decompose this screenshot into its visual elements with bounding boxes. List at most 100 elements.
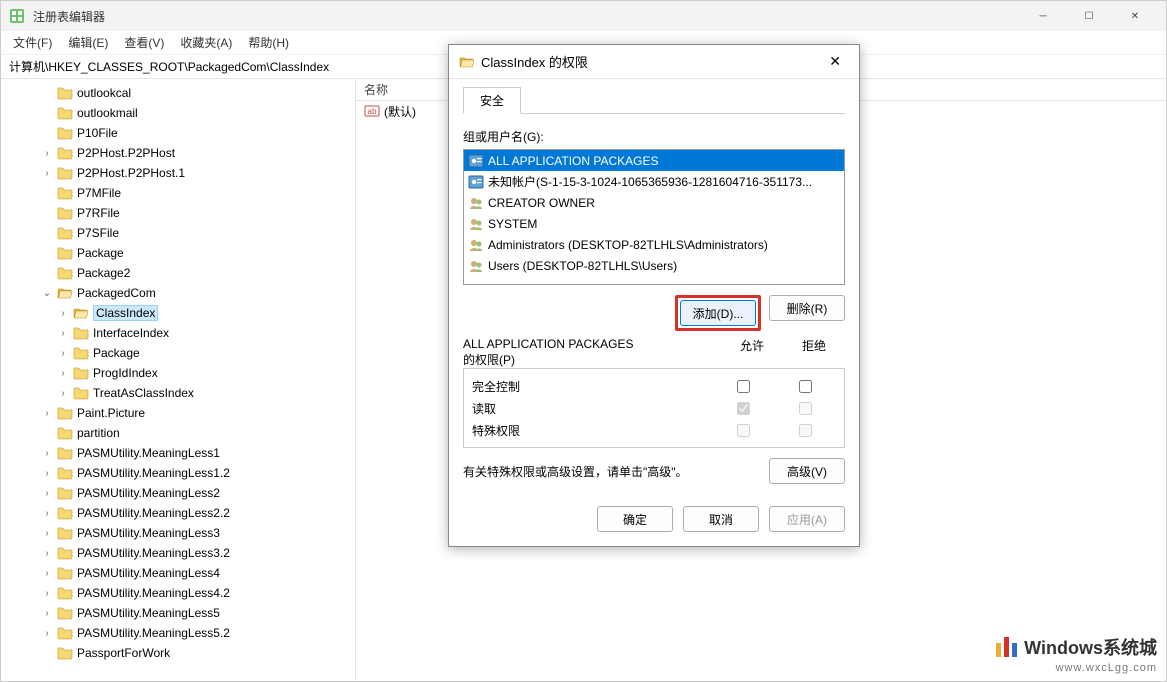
tree-item[interactable]: partition — [1, 423, 355, 443]
chevron-icon[interactable]: › — [41, 148, 53, 159]
tree-item-label: ProgIdIndex — [93, 366, 158, 380]
permission-name: 特殊权限 — [472, 422, 712, 439]
tree-item[interactable]: › PASMUtility.MeaningLess4.2 — [1, 583, 355, 603]
tree-item[interactable]: ›PASMUtility.MeaningLess5.2 — [1, 623, 355, 643]
user-row[interactable]: 未知帐户(S-1-15-3-1024-1065365936-1281604716… — [464, 171, 844, 192]
maximize-button[interactable]: ☐ — [1066, 1, 1112, 31]
minimize-button[interactable]: ─ — [1020, 1, 1066, 31]
dialog-titlebar: ClassIndex 的权限 ✕ — [449, 45, 859, 79]
chevron-icon[interactable]: › — [41, 588, 53, 599]
chevron-icon[interactable]: › — [57, 348, 69, 359]
tree-item[interactable]: ›Paint.Picture — [1, 403, 355, 423]
tree-item[interactable]: ⌄ PackagedCom — [1, 283, 355, 303]
chevron-icon[interactable]: › — [41, 168, 53, 179]
tree-item-label: outlookcal — [77, 86, 131, 100]
tree-item-label: PackagedCom — [77, 286, 156, 300]
folder-icon — [57, 485, 73, 501]
tree-item-label: PASMUtility.MeaningLess4.2 — [77, 586, 230, 600]
allow-checkbox[interactable] — [737, 380, 750, 393]
tree-item[interactable]: P10File — [1, 123, 355, 143]
deny-checkbox[interactable] — [799, 380, 812, 393]
tree-item-label: partition — [77, 426, 120, 440]
allow-checkbox — [737, 402, 750, 415]
tree-item[interactable]: ›P2PHost.P2PHost — [1, 143, 355, 163]
tab-security[interactable]: 安全 — [463, 87, 521, 114]
chevron-icon[interactable]: › — [41, 408, 53, 419]
tree-item[interactable]: ›PASMUtility.MeaningLess3 — [1, 523, 355, 543]
tree-item[interactable]: ›InterfaceIndex — [1, 323, 355, 343]
user-row[interactable]: ALL APPLICATION PACKAGES — [464, 150, 844, 171]
tree-item[interactable]: ›P2PHost.P2PHost.1 — [1, 163, 355, 183]
titlebar: 注册表编辑器 ─ ☐ ✕ — [1, 1, 1166, 31]
user-name: Users (DESKTOP-82TLHLS\Users) — [488, 259, 677, 273]
tree-pane[interactable]: outlookcaloutlookmailP10File›P2PHost.P2P… — [1, 79, 356, 681]
menu-item[interactable]: 收藏夹(A) — [172, 32, 240, 53]
tree-item[interactable]: ›PASMUtility.MeaningLess5 — [1, 603, 355, 623]
user-row[interactable]: CREATOR OWNER — [464, 192, 844, 213]
tree-item[interactable]: outlookmail — [1, 103, 355, 123]
tree-item-label: P7RFile — [77, 206, 120, 220]
tree-item[interactable]: ›Package — [1, 343, 355, 363]
user-row[interactable]: Administrators (DESKTOP-82TLHLS\Administ… — [464, 234, 844, 255]
perm-for-label-2: 的权限(P) — [463, 353, 515, 367]
folder-icon — [57, 645, 73, 661]
advanced-hint: 有关特殊权限或高级设置，请单击"高级"。 — [463, 463, 761, 480]
chevron-icon[interactable]: › — [41, 628, 53, 639]
tree-item[interactable]: PassportForWork — [1, 643, 355, 663]
tree-item[interactable]: ›PASMUtility.MeaningLess2 — [1, 483, 355, 503]
menu-item[interactable]: 查看(V) — [116, 32, 172, 53]
chevron-icon[interactable]: › — [41, 548, 53, 559]
tree-item[interactable]: Package2 — [1, 263, 355, 283]
permissions-dialog: ClassIndex 的权限 ✕ 安全 组或用户名(G): ALL APPLIC… — [448, 44, 860, 547]
folder-icon — [57, 165, 73, 181]
chevron-icon[interactable]: › — [57, 388, 69, 399]
cancel-button[interactable]: 取消 — [683, 506, 759, 532]
menu-item[interactable]: 编辑(E) — [60, 32, 116, 53]
chevron-icon[interactable]: › — [41, 488, 53, 499]
tree-item[interactable]: › PASMUtility.MeaningLess1 — [1, 443, 355, 463]
user-group-icon — [468, 237, 484, 253]
folder-icon — [57, 585, 73, 601]
user-row[interactable]: SYSTEM — [464, 213, 844, 234]
menu-item[interactable]: 文件(F) — [5, 32, 60, 53]
advanced-button[interactable]: 高级(V) — [769, 458, 845, 484]
chevron-icon[interactable]: › — [41, 528, 53, 539]
tree-item-label: PASMUtility.MeaningLess2.2 — [77, 506, 230, 520]
user-name: ALL APPLICATION PACKAGES — [488, 154, 659, 168]
tree-item[interactable]: P7MFile — [1, 183, 355, 203]
allow-checkbox — [737, 424, 750, 437]
tree-item-label: PASMUtility.MeaningLess1 — [77, 446, 220, 460]
chevron-icon[interactable]: › — [41, 608, 53, 619]
tree-item[interactable]: ›ClassIndex — [1, 303, 355, 323]
ok-button[interactable]: 确定 — [597, 506, 673, 532]
chevron-icon[interactable]: › — [57, 328, 69, 339]
chevron-icon[interactable]: › — [41, 568, 53, 579]
tree-item[interactable]: ›TreatAsClassIndex — [1, 383, 355, 403]
chevron-icon[interactable]: › — [41, 448, 53, 459]
tree-item[interactable]: ›PASMUtility.MeaningLess3.2 — [1, 543, 355, 563]
tree-item[interactable]: ›PASMUtility.MeaningLess4 — [1, 563, 355, 583]
tree-item[interactable]: P7SFile — [1, 223, 355, 243]
tree-item[interactable]: › PASMUtility.MeaningLess2.2 — [1, 503, 355, 523]
apply-button[interactable]: 应用(A) — [769, 506, 845, 532]
tree-item[interactable]: outlookcal — [1, 83, 355, 103]
add-button[interactable]: 添加(D)... — [680, 300, 756, 326]
tree-item[interactable]: ›PASMUtility.MeaningLess1.2 — [1, 463, 355, 483]
user-row[interactable]: Users (DESKTOP-82TLHLS\Users) — [464, 255, 844, 276]
app-title: 注册表编辑器 — [33, 8, 105, 25]
user-group-icon — [468, 216, 484, 232]
remove-button[interactable]: 删除(R) — [769, 295, 845, 321]
chevron-icon[interactable]: › — [41, 508, 53, 519]
chevron-icon[interactable]: ⌄ — [41, 288, 53, 299]
close-button[interactable]: ✕ — [1112, 1, 1158, 31]
dialog-close-button[interactable]: ✕ — [821, 49, 849, 74]
chevron-icon[interactable]: › — [57, 308, 69, 319]
chevron-icon[interactable]: › — [41, 468, 53, 479]
permission-name: 读取 — [472, 400, 712, 417]
menu-item[interactable]: 帮助(H) — [240, 32, 297, 53]
chevron-icon[interactable]: › — [57, 368, 69, 379]
tree-item[interactable]: Package — [1, 243, 355, 263]
tree-item[interactable]: P7RFile — [1, 203, 355, 223]
tree-item[interactable]: › ProgIdIndex — [1, 363, 355, 383]
users-listbox[interactable]: ALL APPLICATION PACKAGES 未知帐户(S-1-15-3-10… — [463, 149, 845, 285]
